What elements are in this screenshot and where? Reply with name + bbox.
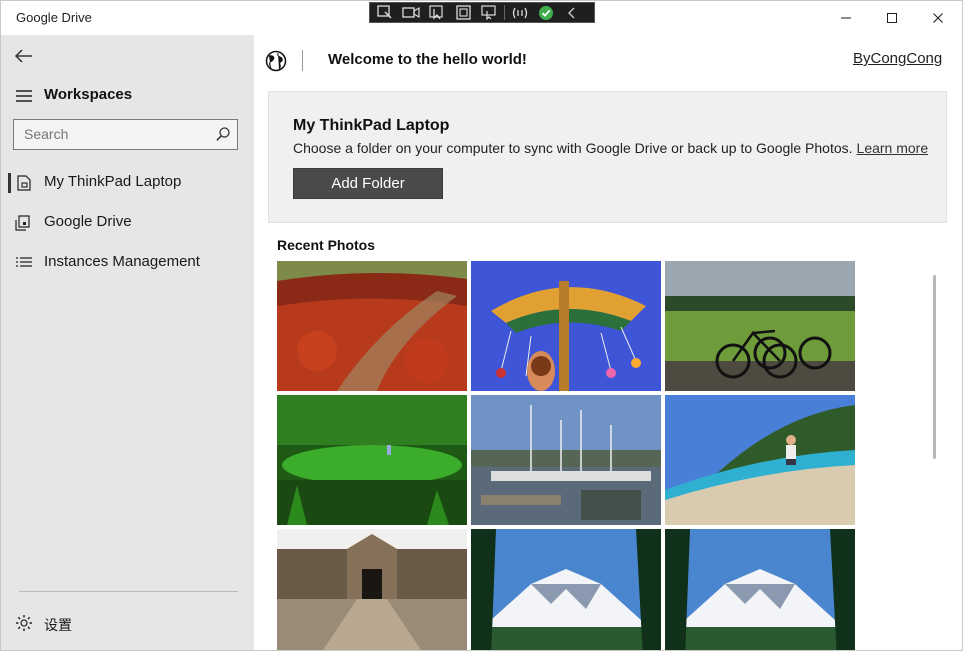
welcome-title: Welcome to the hello world! <box>328 51 527 68</box>
app-window: Google Drive Workspaces Search My ThinkP… <box>0 0 963 651</box>
sidebar-item-label: My ThinkPad Laptop <box>44 173 182 190</box>
collapse-chevron-icon[interactable] <box>561 4 583 21</box>
photo-tile[interactable] <box>665 395 855 525</box>
sidebar-item-google-drive[interactable]: Google Drive <box>1 203 254 241</box>
globe-icon <box>265 50 287 72</box>
select-element-icon[interactable] <box>374 4 396 21</box>
photo-tile[interactable] <box>665 529 855 650</box>
author-link[interactable]: ByCongCong <box>853 50 942 67</box>
minimize-icon <box>841 17 851 19</box>
photo-tile[interactable] <box>665 261 855 391</box>
vertical-scrollbar[interactable] <box>933 275 936 459</box>
camera-icon[interactable] <box>400 4 422 21</box>
drive-icon <box>15 214 33 232</box>
back-button[interactable] <box>11 45 37 67</box>
sidebar-item-label: Google Drive <box>44 213 132 230</box>
photo-grid <box>277 261 857 650</box>
gear-icon <box>15 614 33 632</box>
photo-tile[interactable] <box>471 261 661 391</box>
search-icon[interactable] <box>215 126 231 142</box>
main-content: Welcome to the hello world! ByCongCong M… <box>254 35 962 650</box>
search-box[interactable] <box>13 119 238 150</box>
card-description: Choose a folder on your computer to sync… <box>293 140 928 156</box>
header-divider <box>302 50 303 71</box>
list-icon <box>15 254 33 272</box>
hamburger-menu-icon[interactable] <box>15 89 33 103</box>
card-description-text: Choose a folder on your computer to sync… <box>293 140 853 156</box>
sidebar-divider <box>19 591 238 592</box>
sidebar-item-settings[interactable]: 设置 <box>1 607 254 641</box>
learn-more-link[interactable]: Learn more <box>857 140 929 156</box>
pointer-icon[interactable] <box>426 4 448 21</box>
photo-tile[interactable] <box>471 529 661 650</box>
back-arrow-icon <box>14 49 32 63</box>
sidebar-item-label: Instances Management <box>44 253 200 270</box>
window-title: Google Drive <box>16 10 92 25</box>
close-icon <box>933 13 943 23</box>
add-folder-button[interactable]: Add Folder <box>293 168 443 199</box>
sync-card: My ThinkPad Laptop Choose a folder on yo… <box>268 91 947 223</box>
workspaces-heading: Workspaces <box>44 86 133 103</box>
layout-adorner-icon[interactable] <box>478 4 500 21</box>
laptop-icon <box>15 174 33 192</box>
photo-tile[interactable] <box>277 261 467 391</box>
hot-reload-icon[interactable] <box>509 4 531 21</box>
photo-tile[interactable] <box>471 395 661 525</box>
card-title: My ThinkPad Laptop <box>293 117 450 134</box>
settings-label: 设置 <box>44 617 72 633</box>
frame-icon[interactable] <box>452 4 474 21</box>
sidebar-item-my-thinkpad-laptop[interactable]: My ThinkPad Laptop <box>1 163 254 201</box>
sidebar: Workspaces My ThinkPad Laptop Google Dri… <box>1 35 254 650</box>
minimize-button[interactable] <box>823 1 869 35</box>
photo-tile[interactable] <box>277 395 467 525</box>
maximize-button[interactable] <box>869 1 915 35</box>
toolbar-separator <box>504 5 505 20</box>
photo-tile[interactable] <box>277 529 467 650</box>
selection-indicator <box>8 173 11 193</box>
check-status-icon[interactable] <box>535 4 557 21</box>
search-input[interactable] <box>14 120 204 148</box>
maximize-icon <box>887 13 897 23</box>
recent-photos-heading: Recent Photos <box>277 237 376 253</box>
debug-toolbar <box>369 2 595 23</box>
close-button[interactable] <box>915 1 961 35</box>
title-bar: Google Drive <box>1 1 962 35</box>
sidebar-item-instances-management[interactable]: Instances Management <box>1 243 254 281</box>
